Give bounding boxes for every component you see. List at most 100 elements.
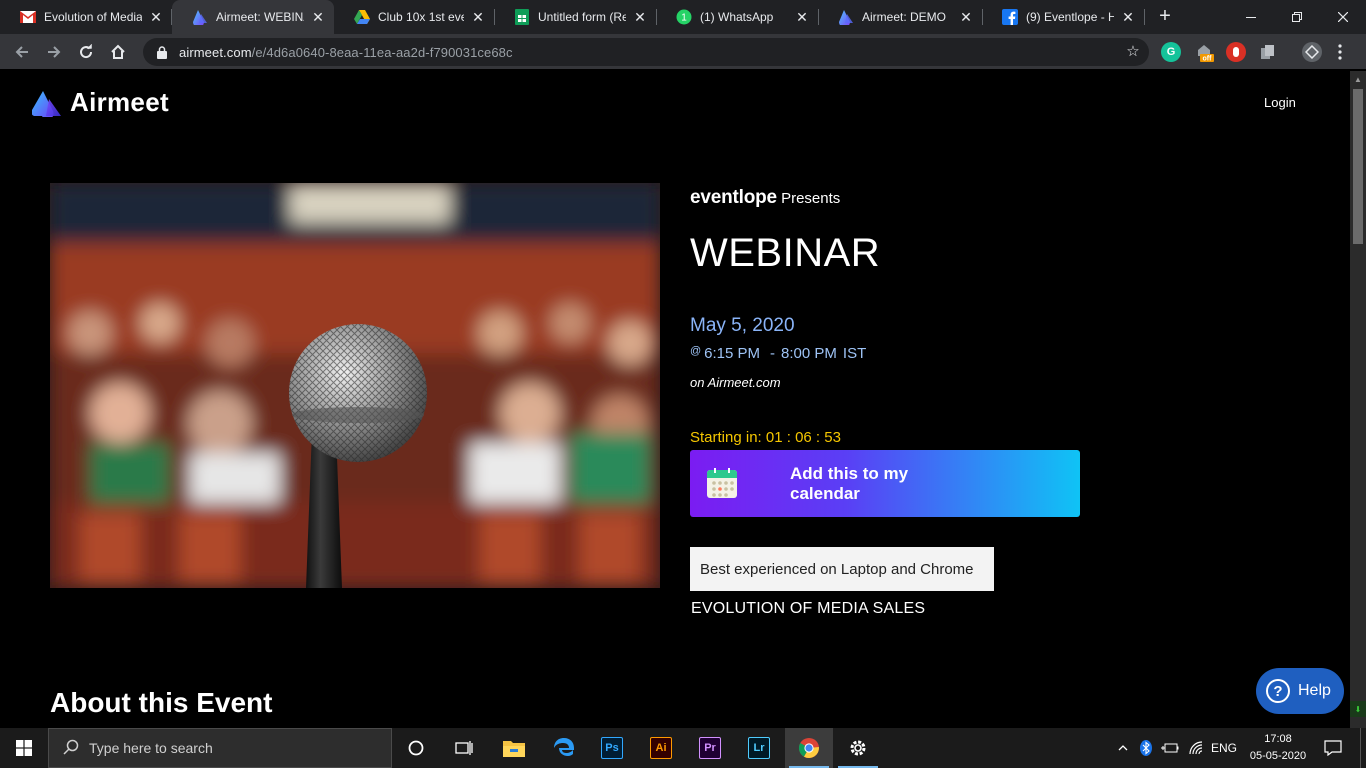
timezone: IST <box>842 345 867 362</box>
page-scrollbar[interactable]: ▲ ⬇ <box>1350 71 1366 728</box>
notification-icon[interactable] <box>1318 728 1348 768</box>
countdown-value: 01 : 06 : 53 <box>765 429 841 446</box>
best-experienced-notice: Best experienced on Laptop and Chrome <box>690 547 994 591</box>
task-view-icon[interactable] <box>440 728 488 768</box>
organizer-line: eventlope Presents <box>690 187 840 209</box>
event-title: WEBINAR <box>690 231 881 275</box>
search-placeholder: Type here to search <box>89 740 213 756</box>
windows-start-icon[interactable] <box>0 728 48 768</box>
extension-off-icon[interactable]: off <box>1194 42 1214 62</box>
tab-whatsapp[interactable]: 1 (1) WhatsApp ✕ <box>656 0 818 34</box>
add-to-calendar-button[interactable]: Add this to my calendar <box>690 450 1080 517</box>
event-page: Airmeet Login eventlope Presents WEBINAR… <box>0 71 1350 728</box>
countdown-label: Starting in: <box>690 429 762 446</box>
settings-gear-icon[interactable] <box>834 728 882 768</box>
tab-title: (9) Eventlope - Ho <box>1026 10 1114 24</box>
event-subtitle: EVOLUTION OF MEDIA SALES <box>691 600 926 617</box>
url-text: airmeet.com/e/4d6a0640-8eaa-11ea-aa2d-f7… <box>179 45 513 60</box>
close-window-icon[interactable] <box>1320 0 1366 34</box>
close-tab-icon[interactable]: ✕ <box>632 9 648 25</box>
facebook-icon <box>1002 9 1018 25</box>
windows-taskbar: Type here to search Ps Ai Pr Lr ENG 17:0… <box>0 728 1366 768</box>
tab-title: Club 10x 1st event <box>378 10 464 24</box>
help-button[interactable]: ? Help <box>1256 668 1344 714</box>
reload-icon[interactable] <box>72 38 100 66</box>
wifi-icon[interactable] <box>1186 728 1206 768</box>
restore-icon[interactable] <box>1274 0 1320 34</box>
at-symbol: @ <box>690 345 702 357</box>
event-cover-image <box>50 183 660 588</box>
microphone-audience-photo <box>50 183 660 588</box>
scrollbar-thumb[interactable] <box>1353 89 1363 244</box>
tab-title: Airmeet: DEMO <box>862 10 947 24</box>
close-tab-icon[interactable]: ✕ <box>1120 9 1136 25</box>
profile-avatar-icon[interactable] <box>1302 42 1322 62</box>
battery-icon[interactable] <box>1160 728 1180 768</box>
bookmark-star-icon[interactable]: ☆ <box>1125 44 1141 60</box>
tab-google-drive[interactable]: Club 10x 1st event ✕ <box>334 0 494 34</box>
url-host: airmeet.com <box>179 44 252 60</box>
address-bar[interactable]: airmeet.com/e/4d6a0640-8eaa-11ea-aa2d-f7… <box>143 38 1149 66</box>
calendar-icon <box>707 468 737 498</box>
show-desktop-button[interactable] <box>1360 728 1366 768</box>
close-tab-icon[interactable]: ✕ <box>310 9 326 25</box>
premiere-icon[interactable]: Pr <box>686 728 734 768</box>
question-icon: ? <box>1266 679 1290 703</box>
home-icon[interactable] <box>104 38 132 66</box>
url-path: /e/4d6a0640-8eaa-11ea-aa2d-f790031ce68c <box>251 44 513 60</box>
close-tab-icon[interactable]: ✕ <box>794 9 810 25</box>
svg-text:1: 1 <box>681 13 687 24</box>
tab-title: Evolution of Media <box>44 10 142 24</box>
copy-extension-icon[interactable] <box>1258 42 1278 62</box>
show-hidden-icons-chevron-icon[interactable] <box>1114 728 1132 768</box>
help-label: Help <box>1298 682 1331 699</box>
cortana-icon[interactable] <box>392 728 440 768</box>
chrome-menu-icon[interactable] <box>1330 42 1350 62</box>
illustrator-icon[interactable]: Ai <box>637 728 685 768</box>
scroll-up-arrow-icon[interactable]: ▲ <box>1350 71 1366 87</box>
taskbar-clock[interactable]: 17:08 05-05-2020 <box>1242 731 1314 765</box>
login-link[interactable]: Login <box>1264 95 1296 110</box>
event-platform: on Airmeet.com <box>690 375 781 390</box>
brand-name: Airmeet <box>70 87 169 117</box>
countdown: Starting in: 01 : 06 : 53 <box>690 429 841 446</box>
airmeet-logo[interactable]: Airmeet <box>32 87 169 118</box>
tab-gmail[interactable]: Evolution of Media ✕ <box>0 0 172 34</box>
edge-icon[interactable] <box>540 728 588 768</box>
tab-facebook[interactable]: (9) Eventlope - Ho ✕ <box>982 0 1144 34</box>
record-extension-icon[interactable] <box>1226 42 1246 62</box>
start-time: 6:15 PM <box>704 345 761 362</box>
new-tab-plus-icon[interactable]: + <box>1154 5 1176 27</box>
minimize-icon[interactable] <box>1228 0 1274 34</box>
gmail-icon <box>20 9 36 25</box>
tab-title: Airmeet: WEBINAR <box>216 10 304 24</box>
organizer-name: eventlope <box>690 187 777 208</box>
browser-toolbar: airmeet.com/e/4d6a0640-8eaa-11ea-aa2d-f7… <box>0 34 1366 70</box>
taskbar-search-box[interactable]: Type here to search <box>48 728 392 768</box>
bluetooth-icon[interactable] <box>1138 728 1154 768</box>
grammarly-icon[interactable]: G <box>1161 42 1181 62</box>
lightroom-icon[interactable]: Lr <box>735 728 783 768</box>
download-arrow-icon[interactable]: ⬇ <box>1350 701 1366 717</box>
photoshop-icon[interactable]: Ps <box>588 728 636 768</box>
tab-separator <box>656 9 657 25</box>
tab-title: (1) WhatsApp <box>700 10 774 24</box>
tab-airmeet-demo[interactable]: Airmeet: DEMO ✕ <box>818 0 982 34</box>
close-tab-icon[interactable]: ✕ <box>470 9 486 25</box>
back-arrow-icon[interactable] <box>8 38 36 66</box>
forward-arrow-icon[interactable] <box>40 38 68 66</box>
tab-google-sheets[interactable]: Untitled form (Resp ✕ <box>494 0 656 34</box>
presents-label: Presents <box>781 190 841 207</box>
tab-separator <box>171 9 172 25</box>
close-tab-icon[interactable]: ✕ <box>958 9 974 25</box>
file-explorer-icon[interactable] <box>490 728 538 768</box>
browser-tab-strip: Evolution of Media ✕ Airmeet: WEBINAR ✕ … <box>0 0 1366 34</box>
airmeet-logo-icon <box>32 90 61 117</box>
chrome-taskbar-icon[interactable] <box>785 728 833 768</box>
input-language[interactable]: ENG <box>1208 728 1240 768</box>
tab-airmeet-webinar[interactable]: Airmeet: WEBINAR ✕ <box>172 0 334 34</box>
search-icon <box>63 739 79 758</box>
close-tab-icon[interactable]: ✕ <box>148 9 164 25</box>
extension-badge: off <box>1203 56 1213 63</box>
lock-icon[interactable] <box>155 45 169 59</box>
